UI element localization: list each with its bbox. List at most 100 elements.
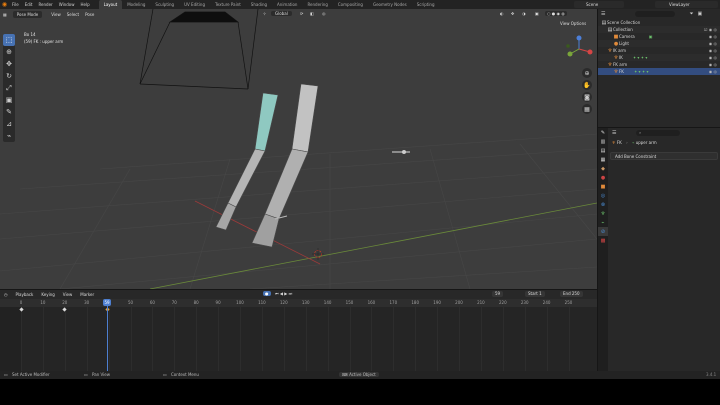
visibility-eye-icon[interactable]: ◉ ◎ — [709, 34, 717, 39]
new-collection-icon[interactable]: ▣ — [698, 11, 703, 17]
camera-view-icon[interactable]: ◙ — [582, 92, 592, 102]
snap-icon[interactable]: ◧ — [310, 11, 314, 16]
visibility-eye-icon[interactable]: ◉ ◎ — [709, 55, 717, 60]
tab-rendering[interactable]: Rendering — [302, 0, 332, 9]
menu-view-timeline[interactable]: View — [59, 292, 77, 297]
properties-editor-icon[interactable]: ☰ — [612, 130, 616, 136]
bone-tab-icon[interactable]: ⌁ — [598, 218, 608, 227]
proportional-edit-icon[interactable]: ◎ — [322, 11, 326, 16]
menu-edit[interactable]: Edit — [22, 2, 36, 7]
menu-window[interactable]: Window — [56, 2, 78, 7]
outliner-search-input[interactable] — [635, 11, 676, 17]
filter-icon[interactable]: ⏷ — [689, 11, 693, 17]
select-box-tool-icon[interactable]: ⬚ — [3, 34, 15, 46]
bone-constraint-tab-icon[interactable]: ⊘ — [598, 227, 608, 236]
tool-tab-icon[interactable]: ✎ — [598, 128, 608, 137]
texture-tab-icon[interactable]: ▩ — [598, 236, 608, 245]
annotate-tool-icon[interactable]: ✎ — [3, 106, 15, 118]
view-options-button[interactable]: View Options — [560, 21, 586, 26]
visibility-eye-icon[interactable]: ◉ ◎ — [709, 69, 717, 74]
menu-keying[interactable]: Keying — [37, 292, 58, 297]
current-frame-field[interactable]: 59 — [492, 291, 504, 297]
transform-orientation-dropdown[interactable]: Global — [271, 11, 292, 16]
menu-render[interactable]: Render — [35, 2, 55, 7]
scene-tab-icon[interactable]: ◆ — [598, 164, 608, 173]
camera-object[interactable] — [139, 9, 259, 90]
3d-cursor-icon[interactable] — [312, 248, 324, 260]
timeline-editor-icon[interactable]: ◷ — [0, 292, 12, 297]
visibility-eye-icon[interactable]: ☑ ◉ ◎ — [704, 27, 717, 32]
tab-sculpting[interactable]: Sculpting — [150, 0, 179, 9]
outliner-row-fk[interactable]: ♆ FK ✦ ▾ ✦ ▾ ◉ ◎ — [598, 68, 720, 75]
timeline-ruler[interactable]: 0102030405060708090100110120130140150160… — [0, 299, 597, 307]
menu-marker[interactable]: Marker — [76, 292, 98, 297]
view-layer-tab-icon[interactable]: ▦ — [598, 155, 608, 164]
menu-file[interactable]: File — [9, 2, 22, 7]
render-tab-icon[interactable]: ▥ — [598, 137, 608, 146]
view-layer-selector[interactable]: ViewLayer — [655, 1, 718, 8]
visibility-eye-icon[interactable]: ◉ ◎ — [709, 48, 717, 53]
outliner-row-ik-arm[interactable]: ♆ IK arm ◉ ◎ — [598, 47, 720, 54]
outliner-row-light[interactable]: ● Light ◉ ◎ — [598, 40, 720, 47]
zoom-icon[interactable]: ⊕ — [582, 68, 592, 78]
timeline-body[interactable] — [0, 307, 597, 372]
visibility-eye-icon[interactable]: ◉ ◎ — [709, 41, 717, 46]
pan-hand-icon[interactable]: ✋ — [582, 80, 592, 90]
bone-tool-icon[interactable]: ⌁ — [3, 130, 15, 142]
tab-texture-paint[interactable]: Texture Paint — [210, 0, 246, 9]
tab-uv-editing[interactable]: UV Editing — [179, 0, 210, 9]
constraints-tab-icon[interactable]: ⊗ — [598, 200, 608, 209]
transform-tool-icon[interactable]: ▣ — [3, 94, 15, 106]
light-object[interactable] — [392, 150, 410, 154]
perspective-toggle-icon[interactable]: ▦ — [582, 104, 592, 114]
outliner-row-scene-collection[interactable]: ▤ Scene Collection — [598, 19, 720, 26]
record-icon[interactable]: ● — [263, 291, 271, 296]
outliner-row-fk-arm[interactable]: ♆ FK arm ◉ ◎ — [598, 61, 720, 68]
navigation-gizmo[interactable] — [564, 34, 594, 64]
timeline-editor[interactable]: ◷ Playback Keying View Marker ● ⏮ ◀ ▶ ⏭ … — [0, 289, 597, 372]
world-tab-icon[interactable]: ● — [598, 173, 608, 182]
start-frame-field[interactable]: Start 1 — [525, 291, 545, 297]
menu-playback[interactable]: Playback — [12, 292, 38, 297]
gizmo-toggle-icon[interactable]: ✥ — [511, 11, 514, 16]
move-tool-icon[interactable]: ✥ — [3, 58, 15, 70]
measure-tool-icon[interactable]: ⊿ — [3, 118, 15, 130]
3d-viewport[interactable]: ▦ Pose Mode View Select Pose ⊹ Global ⟳ … — [0, 9, 597, 289]
editor-type-icon[interactable]: ▦ — [0, 12, 10, 17]
outliner-row-ik[interactable]: ♆ IK ✦ ▾ ✦ ▾ ◉ ◎ — [598, 54, 720, 61]
outliner-editor-icon[interactable]: ☰ — [601, 11, 605, 17]
properties-search-input[interactable]: ⌕ — [636, 130, 680, 136]
blender-logo-icon[interactable]: ◉ — [0, 0, 9, 9]
end-frame-field[interactable]: End 250 — [560, 291, 583, 297]
outliner-row-camera[interactable]: ■ Camera ▣ ◉ ◎ — [598, 33, 720, 40]
mode-selector[interactable]: Pose Mode — [12, 10, 43, 18]
playhead[interactable] — [107, 299, 108, 372]
scene-selector[interactable]: Scene — [574, 1, 624, 8]
visibility-eye-icon[interactable]: ◉ ◎ — [709, 62, 717, 67]
rotate-tool-icon[interactable]: ↻ — [3, 70, 15, 82]
tab-compositing[interactable]: Compositing — [333, 0, 368, 9]
tab-shading[interactable]: Shading — [246, 0, 272, 9]
cursor-tool-icon[interactable]: ⊕ — [3, 46, 15, 58]
menu-pose[interactable]: Pose — [82, 12, 97, 17]
scale-tool-icon[interactable]: ⤢ — [3, 82, 15, 94]
playback-controls[interactable]: ⏮ ◀ ▶ ⏭ — [275, 291, 292, 296]
pivot-icon[interactable]: ⟳ — [300, 11, 303, 16]
add-bone-constraint-button[interactable]: Add Bone Constraint — [610, 152, 718, 160]
tab-geometry-nodes[interactable]: Geometry Nodes — [368, 0, 412, 9]
menu-help[interactable]: Help — [77, 2, 92, 7]
xray-toggle-icon[interactable]: ▣ — [535, 11, 539, 16]
menu-select[interactable]: Select — [64, 12, 82, 17]
outliner-row-collection[interactable]: ▤ Collection ☑ ◉ ◎ — [598, 26, 720, 33]
tab-scripting[interactable]: Scripting — [412, 0, 440, 9]
tab-layout[interactable]: Layout — [98, 0, 123, 9]
playhead-frame-label[interactable]: 59 — [103, 299, 111, 306]
output-tab-icon[interactable]: ▤ — [598, 146, 608, 155]
armature-data-tab-icon[interactable]: ♆ — [598, 209, 608, 218]
object-tab-icon[interactable]: ■ — [598, 182, 608, 191]
overlays-toggle-icon[interactable]: ◑ — [522, 11, 526, 16]
tab-animation[interactable]: Animation — [272, 0, 302, 9]
shading-mode-buttons[interactable]: ○ ● ◉ ◍ — [545, 11, 567, 16]
menu-view[interactable]: View — [48, 12, 64, 17]
visibility-icon[interactable]: ◐ — [500, 11, 504, 16]
